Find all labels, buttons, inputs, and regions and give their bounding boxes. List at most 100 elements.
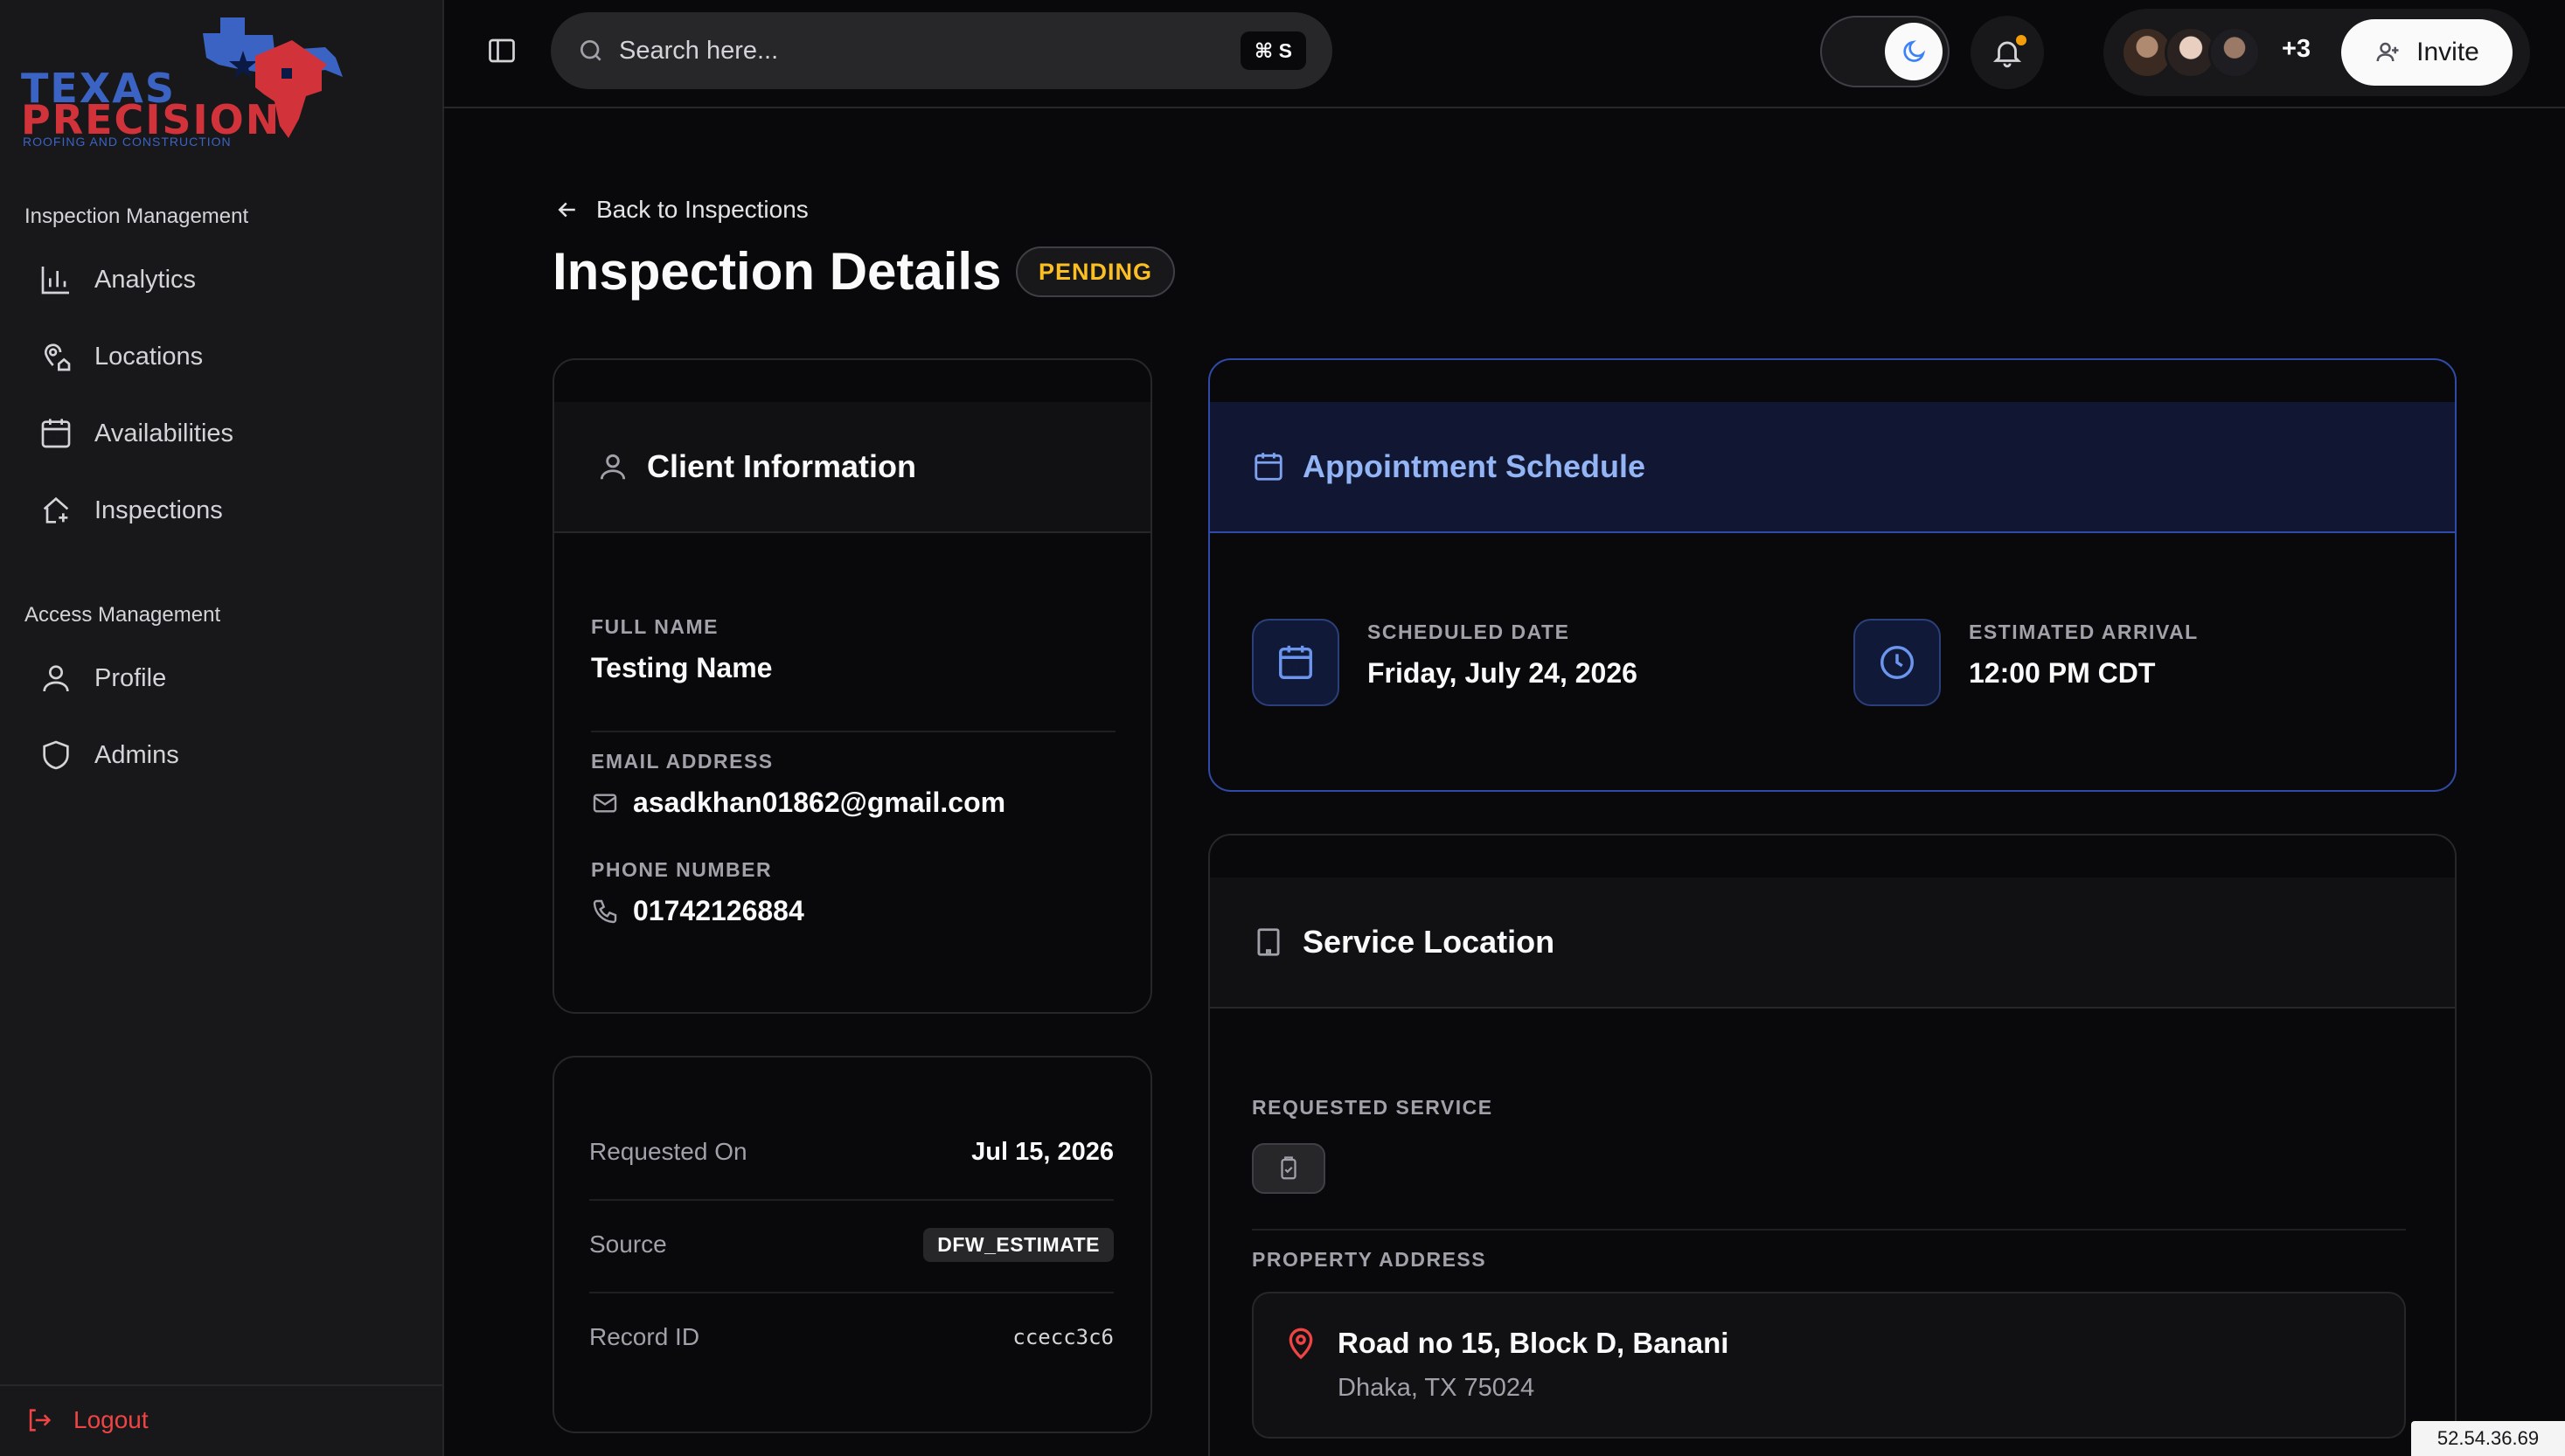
logout-label: Logout (73, 1406, 149, 1433)
scheduled-date-icon-box (1252, 619, 1339, 706)
top-bar: Search here... ⌘ S +3 Invite (444, 0, 2565, 108)
team-group: +3 Invite (2103, 9, 2530, 96)
email-text: asadkhan01862@gmail.com (633, 787, 1006, 818)
status-badge: PENDING (1016, 246, 1176, 297)
clock-icon (1880, 646, 1914, 679)
email-value[interactable]: asadkhan01862@gmail.com (591, 787, 1005, 819)
property-address-label: PROPERTY ADDRESS (1252, 1248, 1487, 1271)
calendar-icon (1279, 645, 1312, 679)
phone-text: 01742126884 (633, 895, 804, 926)
requested-on-value: Jul 15, 2026 (971, 1137, 1114, 1166)
moon-icon (1903, 40, 1926, 62)
invite-label: Invite (2416, 38, 2479, 66)
avatar[interactable] (2208, 26, 2261, 79)
search-placeholder: Search here... (619, 36, 779, 65)
notification-dot (2016, 35, 2026, 45)
team-more-count[interactable]: +3 (2282, 35, 2311, 64)
sidebar-item-label: Admins (94, 740, 179, 769)
brand-logo[interactable]: TEXAS PRECISION ROOFING AND CONSTRUCTION (19, 16, 343, 152)
scheduled-date-label: SCHEDULED DATE (1367, 621, 1570, 643)
user-plus-icon (2376, 42, 2399, 62)
logout-button[interactable]: Logout (24, 1405, 149, 1435)
theme-knob (1885, 23, 1943, 80)
map-pin-house-icon (45, 343, 71, 371)
logout-icon (29, 1409, 52, 1432)
page-title: Inspection Details (553, 242, 1002, 301)
panel-left-icon (489, 38, 515, 63)
appointment-title: Appointment Schedule (1303, 448, 1646, 484)
back-label: Back to Inspections (596, 196, 809, 223)
full-name-label: FULL NAME (591, 615, 719, 638)
divider (589, 1199, 1114, 1201)
estimated-arrival-icon-box (1853, 619, 1941, 706)
email-label: EMAIL ADDRESS (591, 750, 774, 773)
appointment-header: Appointment Schedule (1210, 402, 2455, 533)
clipboard-check-icon (1281, 1156, 1296, 1180)
sidebar-item-label: Analytics (94, 265, 197, 294)
appointment-schedule-card: Appointment Schedule SCHEDULED DATE Frid… (1208, 358, 2457, 792)
sidebar-item-label: Locations (94, 342, 204, 371)
client-info-header: Client Information (554, 402, 1150, 533)
shield-icon (43, 740, 69, 770)
house-plus-icon (43, 496, 69, 523)
property-address-box: Road no 15, Block D, Banani Dhaka, TX 75… (1252, 1292, 2406, 1439)
estimated-arrival-label: ESTIMATED ARRIVAL (1969, 621, 2199, 643)
search-icon (580, 40, 601, 61)
sidebar: TEXAS PRECISION ROOFING AND CONSTRUCTION… (0, 0, 444, 1456)
sidebar-footer: Logout (0, 1384, 442, 1456)
sidebar-item-profile[interactable]: Profile (24, 647, 420, 710)
notifications-button[interactable] (1971, 16, 2044, 89)
user-icon (43, 665, 69, 692)
divider (589, 1292, 1114, 1293)
user-icon (600, 454, 626, 480)
section-label-access-management: Access Management (24, 603, 221, 627)
bar-chart-icon (41, 267, 69, 295)
theme-toggle[interactable] (1820, 16, 1950, 87)
map-pin-icon (1289, 1328, 1313, 1360)
service-location-card: Service Location REQUESTED SERVICE PROPE… (1208, 834, 2457, 1456)
full-name-value: Testing Name (591, 652, 773, 683)
brand-tagline: ROOFING AND CONSTRUCTION (23, 135, 232, 149)
source-badge: DFW_ESTIMATE (923, 1227, 1114, 1262)
address-line2: Dhaka, TX 75024 (1338, 1374, 1535, 1402)
phone-icon (593, 899, 617, 923)
sidebar-item-admins[interactable]: Admins (24, 724, 420, 787)
record-id-value: ccecc3c6 (1012, 1325, 1114, 1349)
address-line1: Road no 15, Block D, Banani (1338, 1327, 1729, 1359)
sidebar-item-label: Profile (94, 663, 167, 692)
mail-icon (593, 793, 617, 813)
requested-on-label: Requested On (589, 1138, 747, 1165)
search-input[interactable]: Search here... ⌘ S (551, 12, 1332, 89)
meta-row-record-id: Record ID ccecc3c6 (589, 1311, 1114, 1363)
phone-label: PHONE NUMBER (591, 858, 773, 881)
sidebar-item-label: Inspections (94, 496, 223, 524)
back-to-inspections-link[interactable]: Back to Inspections (554, 196, 809, 224)
meta-row-source: Source DFW_ESTIMATE (589, 1218, 1114, 1271)
divider (1252, 1229, 2406, 1231)
invite-button[interactable]: Invite (2341, 19, 2513, 86)
source-label: Source (589, 1231, 667, 1258)
building-icon (1257, 928, 1280, 956)
service-location-title: Service Location (1303, 924, 1555, 960)
service-location-header: Service Location (1210, 877, 2455, 1009)
sidebar-item-label: Availabilities (94, 419, 234, 447)
sidebar-item-availabilities[interactable]: Availabilities (24, 402, 420, 465)
calendar-icon (1255, 453, 1282, 481)
arrow-left-icon (558, 202, 575, 218)
sidebar-item-locations[interactable]: Locations (24, 325, 420, 388)
requested-service-label: REQUESTED SERVICE (1252, 1096, 1493, 1119)
divider (591, 731, 1116, 732)
section-label-inspection-management: Inspection Management (24, 205, 249, 228)
phone-value[interactable]: 01742126884 (591, 895, 804, 927)
scheduled-date-value: Friday, July 24, 2026 (1367, 657, 1637, 689)
meta-row-requested-on: Requested On Jul 15, 2026 (589, 1126, 1114, 1178)
ip-address-tag: 52.54.36.69 (2411, 1421, 2565, 1456)
estimated-arrival-value: 12:00 PM CDT (1969, 657, 2156, 689)
search-shortcut: ⌘ S (1240, 31, 1306, 70)
sidebar-item-analytics[interactable]: Analytics (24, 248, 420, 311)
toggle-sidebar-button[interactable] (486, 35, 521, 70)
requested-service-chip (1252, 1143, 1325, 1194)
client-info-card: Client Information FULL NAME Testing Nam… (553, 358, 1152, 1014)
calendar-icon (41, 419, 71, 448)
sidebar-item-inspections[interactable]: Inspections (24, 479, 420, 542)
